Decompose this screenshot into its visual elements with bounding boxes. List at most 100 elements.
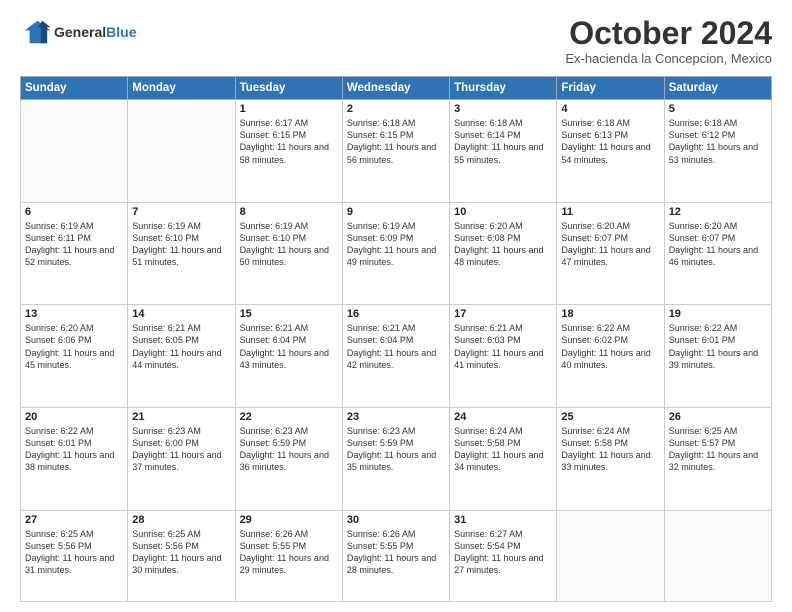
calendar-cell: 2 Sunrise: 6:18 AM Sunset: 6:15 PM Daylig… bbox=[342, 100, 449, 203]
calendar-cell: 4 Sunrise: 6:18 AM Sunset: 6:13 PM Daylig… bbox=[557, 100, 664, 203]
weekday-header-row: SundayMondayTuesdayWednesdayThursdayFrid… bbox=[21, 77, 772, 100]
calendar-cell: 12Sunrise: 6:20 AM Sunset: 6:07 PM Dayli… bbox=[664, 202, 771, 305]
cell-info: Sunrise: 6:22 AM Sunset: 6:01 PM Dayligh… bbox=[25, 425, 123, 474]
calendar-cell: 25 Sunrise: 6:24 AM Sunset: 5:58 PM Dayli… bbox=[557, 407, 664, 510]
calendar-cell: 19 Sunrise: 6:22 AM Sunset: 6:01 PM Dayli… bbox=[664, 305, 771, 408]
day-number: 31 bbox=[454, 514, 552, 526]
day-number: 16 bbox=[347, 308, 445, 320]
cell-info: Sunrise: 6:17 AM Sunset: 6:15 PM Dayligh… bbox=[240, 117, 338, 166]
day-number: 7 bbox=[132, 206, 230, 218]
week-row-3: 20Sunrise: 6:22 AM Sunset: 6:01 PM Dayli… bbox=[21, 407, 772, 510]
day-number: 17 bbox=[454, 308, 552, 320]
calendar-cell: 14 Sunrise: 6:21 AM Sunset: 6:05 PM Dayli… bbox=[128, 305, 235, 408]
cell-info: Sunrise: 6:26 AM Sunset: 5:55 PM Dayligh… bbox=[240, 528, 338, 577]
cell-info: Sunrise: 6:19 AM Sunset: 6:11 PM Dayligh… bbox=[25, 220, 123, 269]
calendar-cell: 7 Sunrise: 6:19 AM Sunset: 6:10 PM Daylig… bbox=[128, 202, 235, 305]
cell-info: Sunrise: 6:23 AM Sunset: 5:59 PM Dayligh… bbox=[240, 425, 338, 474]
day-number: 3 bbox=[454, 103, 552, 115]
day-number: 29 bbox=[240, 514, 338, 526]
title-block: October 2024 Ex-hacienda la Concepcion, … bbox=[565, 16, 772, 66]
logo: GeneralBlue bbox=[20, 16, 136, 48]
cell-info: Sunrise: 6:23 AM Sunset: 6:00 PM Dayligh… bbox=[132, 425, 230, 474]
day-number: 12 bbox=[669, 206, 767, 218]
calendar-cell: 31 Sunrise: 6:27 AM Sunset: 5:54 PM Dayli… bbox=[450, 510, 557, 602]
cell-info: Sunrise: 6:27 AM Sunset: 5:54 PM Dayligh… bbox=[454, 528, 552, 577]
cell-info: Sunrise: 6:19 AM Sunset: 6:10 PM Dayligh… bbox=[132, 220, 230, 269]
day-number: 21 bbox=[132, 411, 230, 423]
day-number: 14 bbox=[132, 308, 230, 320]
cell-info: Sunrise: 6:21 AM Sunset: 6:03 PM Dayligh… bbox=[454, 322, 552, 371]
cell-info: Sunrise: 6:18 AM Sunset: 6:15 PM Dayligh… bbox=[347, 117, 445, 166]
day-number: 2 bbox=[347, 103, 445, 115]
calendar-cell: 29 Sunrise: 6:26 AM Sunset: 5:55 PM Dayli… bbox=[235, 510, 342, 602]
day-number: 5 bbox=[669, 103, 767, 115]
calendar-cell: 3 Sunrise: 6:18 AM Sunset: 6:14 PM Daylig… bbox=[450, 100, 557, 203]
day-number: 19 bbox=[669, 308, 767, 320]
day-number: 15 bbox=[240, 308, 338, 320]
calendar-cell: 10Sunrise: 6:20 AM Sunset: 6:08 PM Dayli… bbox=[450, 202, 557, 305]
calendar-cell: 13 Sunrise: 6:20 AM Sunset: 6:06 PM Dayli… bbox=[21, 305, 128, 408]
calendar-cell: 6 Sunrise: 6:19 AM Sunset: 6:11 PM Daylig… bbox=[21, 202, 128, 305]
calendar-cell bbox=[664, 510, 771, 602]
day-number: 9 bbox=[347, 206, 445, 218]
cell-info: Sunrise: 6:26 AM Sunset: 5:55 PM Dayligh… bbox=[347, 528, 445, 577]
calendar-cell: 1Sunrise: 6:17 AM Sunset: 6:15 PM Daylig… bbox=[235, 100, 342, 203]
calendar-cell: 16 Sunrise: 6:21 AM Sunset: 6:04 PM Dayli… bbox=[342, 305, 449, 408]
day-number: 8 bbox=[240, 206, 338, 218]
cell-info: Sunrise: 6:25 AM Sunset: 5:57 PM Dayligh… bbox=[669, 425, 767, 474]
cell-info: Sunrise: 6:22 AM Sunset: 6:01 PM Dayligh… bbox=[669, 322, 767, 371]
cell-info: Sunrise: 6:20 AM Sunset: 6:07 PM Dayligh… bbox=[561, 220, 659, 269]
calendar-cell bbox=[21, 100, 128, 203]
week-row-4: 27 Sunrise: 6:25 AM Sunset: 5:56 PM Dayli… bbox=[21, 510, 772, 602]
header: GeneralBlue October 2024 Ex-hacienda la … bbox=[20, 16, 772, 66]
day-number: 27 bbox=[25, 514, 123, 526]
calendar-cell: 24Sunrise: 6:24 AM Sunset: 5:58 PM Dayli… bbox=[450, 407, 557, 510]
cell-info: Sunrise: 6:23 AM Sunset: 5:59 PM Dayligh… bbox=[347, 425, 445, 474]
cell-info: Sunrise: 6:21 AM Sunset: 6:05 PM Dayligh… bbox=[132, 322, 230, 371]
calendar-cell: 26 Sunrise: 6:25 AM Sunset: 5:57 PM Dayli… bbox=[664, 407, 771, 510]
calendar-cell: 17 Sunrise: 6:21 AM Sunset: 6:03 PM Dayli… bbox=[450, 305, 557, 408]
day-number: 28 bbox=[132, 514, 230, 526]
calendar-cell: 15 Sunrise: 6:21 AM Sunset: 6:04 PM Dayli… bbox=[235, 305, 342, 408]
day-number: 13 bbox=[25, 308, 123, 320]
cell-info: Sunrise: 6:20 AM Sunset: 6:06 PM Dayligh… bbox=[25, 322, 123, 371]
calendar-cell: 8 Sunrise: 6:19 AM Sunset: 6:10 PM Daylig… bbox=[235, 202, 342, 305]
calendar-cell: 21 Sunrise: 6:23 AM Sunset: 6:00 PM Dayli… bbox=[128, 407, 235, 510]
weekday-header-sunday: Sunday bbox=[21, 77, 128, 100]
calendar-cell bbox=[557, 510, 664, 602]
calendar-cell: 27 Sunrise: 6:25 AM Sunset: 5:56 PM Dayli… bbox=[21, 510, 128, 602]
day-number: 30 bbox=[347, 514, 445, 526]
location-subtitle: Ex-hacienda la Concepcion, Mexico bbox=[565, 51, 772, 66]
week-row-1: 6 Sunrise: 6:19 AM Sunset: 6:11 PM Daylig… bbox=[21, 202, 772, 305]
cell-info: Sunrise: 6:21 AM Sunset: 6:04 PM Dayligh… bbox=[347, 322, 445, 371]
cell-info: Sunrise: 6:24 AM Sunset: 5:58 PM Dayligh… bbox=[454, 425, 552, 474]
calendar-cell: 11Sunrise: 6:20 AM Sunset: 6:07 PM Dayli… bbox=[557, 202, 664, 305]
week-row-0: 1Sunrise: 6:17 AM Sunset: 6:15 PM Daylig… bbox=[21, 100, 772, 203]
day-number: 18 bbox=[561, 308, 659, 320]
cell-info: Sunrise: 6:19 AM Sunset: 6:09 PM Dayligh… bbox=[347, 220, 445, 269]
calendar-cell: 5Sunrise: 6:18 AM Sunset: 6:12 PM Daylig… bbox=[664, 100, 771, 203]
day-number: 10 bbox=[454, 206, 552, 218]
calendar-cell: 9 Sunrise: 6:19 AM Sunset: 6:09 PM Daylig… bbox=[342, 202, 449, 305]
cell-info: Sunrise: 6:25 AM Sunset: 5:56 PM Dayligh… bbox=[25, 528, 123, 577]
weekday-header-friday: Friday bbox=[557, 77, 664, 100]
day-number: 25 bbox=[561, 411, 659, 423]
day-number: 4 bbox=[561, 103, 659, 115]
weekday-header-wednesday: Wednesday bbox=[342, 77, 449, 100]
cell-info: Sunrise: 6:21 AM Sunset: 6:04 PM Dayligh… bbox=[240, 322, 338, 371]
day-number: 23 bbox=[347, 411, 445, 423]
day-number: 26 bbox=[669, 411, 767, 423]
cell-info: Sunrise: 6:18 AM Sunset: 6:13 PM Dayligh… bbox=[561, 117, 659, 166]
cell-info: Sunrise: 6:18 AM Sunset: 6:14 PM Dayligh… bbox=[454, 117, 552, 166]
calendar: SundayMondayTuesdayWednesdayThursdayFrid… bbox=[20, 76, 772, 602]
calendar-cell bbox=[128, 100, 235, 203]
logo-text: GeneralBlue bbox=[54, 24, 136, 40]
cell-info: Sunrise: 6:19 AM Sunset: 6:10 PM Dayligh… bbox=[240, 220, 338, 269]
cell-info: Sunrise: 6:24 AM Sunset: 5:58 PM Dayligh… bbox=[561, 425, 659, 474]
calendar-cell: 18 Sunrise: 6:22 AM Sunset: 6:02 PM Dayli… bbox=[557, 305, 664, 408]
weekday-header-saturday: Saturday bbox=[664, 77, 771, 100]
day-number: 22 bbox=[240, 411, 338, 423]
calendar-cell: 30 Sunrise: 6:26 AM Sunset: 5:55 PM Dayli… bbox=[342, 510, 449, 602]
day-number: 6 bbox=[25, 206, 123, 218]
cell-info: Sunrise: 6:22 AM Sunset: 6:02 PM Dayligh… bbox=[561, 322, 659, 371]
